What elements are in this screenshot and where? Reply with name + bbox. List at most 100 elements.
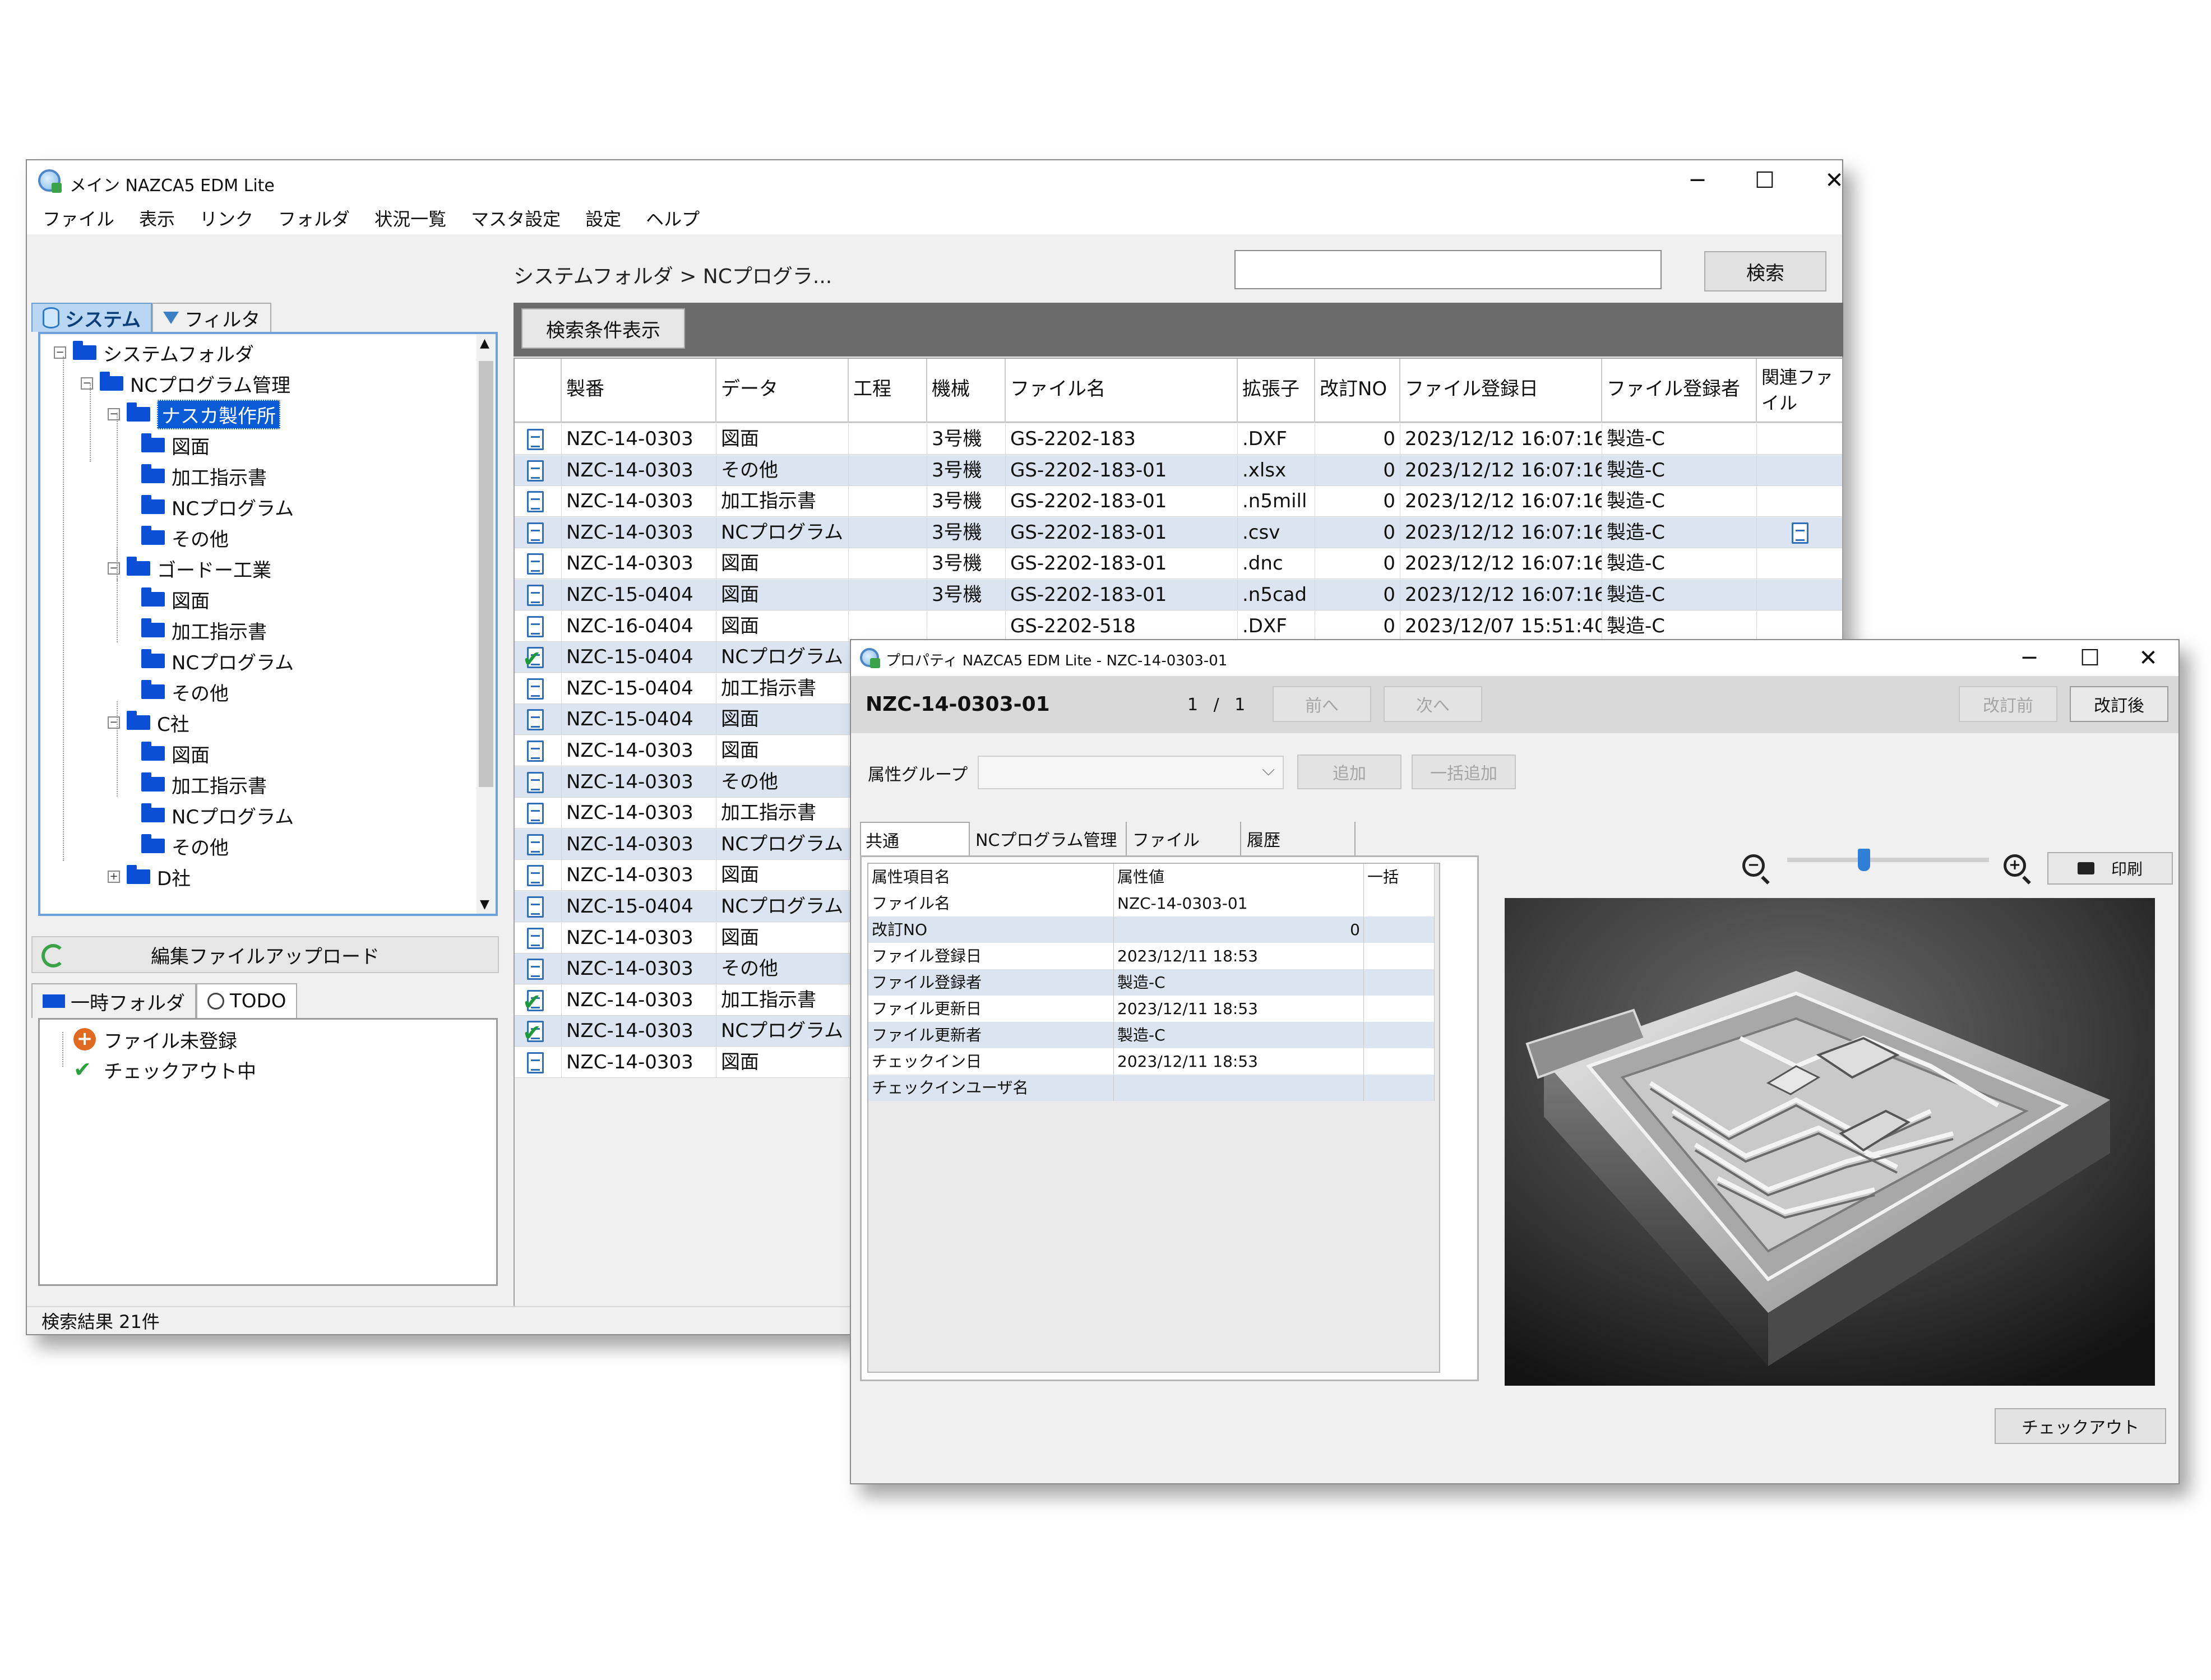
table-row[interactable]: NZC-15-0404 加工指示書 [515, 673, 851, 704]
menu-folder[interactable]: フォルダ [278, 205, 350, 231]
bulk-add-button[interactable]: 一括追加 [1412, 755, 1516, 789]
tree-node[interactable]: − NCプログラム管理 [81, 369, 290, 397]
scroll-down-icon[interactable]: ▼ [480, 897, 489, 911]
attribute-bulk-cell[interactable] [1364, 890, 1435, 917]
tree-node[interactable]: 加工指示書 [141, 770, 267, 798]
todo-item-checked-out[interactable]: ✔ チェックアウト中 [73, 1056, 256, 1084]
edit-file-upload-button[interactable]: 編集ファイルアップロード [31, 936, 499, 973]
close-icon[interactable]: ✕ [2120, 641, 2176, 675]
collapse-icon[interactable]: − [108, 408, 120, 420]
table-row[interactable]: ✔ NZC-14-0303 NCプログラム [515, 1016, 851, 1047]
scroll-up-icon[interactable]: ▲ [480, 336, 489, 350]
table-row[interactable]: NZC-14-0303 図面 3号機 GS-2202-183-01 .dnc 0 2023/… [515, 548, 1842, 580]
menu-view[interactable]: 表示 [139, 205, 175, 231]
tree-node[interactable]: − ゴードー工業 [108, 554, 271, 582]
attribute-bulk-cell[interactable] [1364, 917, 1435, 943]
column-header-registered-date[interactable]: ファイル登録日 [1400, 359, 1602, 423]
related-file-icon[interactable] [1792, 522, 1808, 544]
zoom-out-icon[interactable]: − [1742, 854, 1765, 877]
table-row[interactable]: NZC-14-0303 図面 [515, 922, 851, 954]
attribute-row[interactable]: チェックイン日 2023/12/11 18:53 [868, 1048, 1435, 1075]
add-button[interactable]: 追加 [1297, 755, 1401, 789]
table-row[interactable]: NZC-15-0404 NCプログラム [515, 891, 851, 922]
close-icon[interactable]: ✕ [1806, 164, 1862, 197]
tab-system[interactable]: システム [31, 303, 152, 332]
column-header-revision[interactable]: 改訂NO [1315, 359, 1400, 423]
tree-scroll-thumb[interactable] [479, 361, 493, 787]
tab-nc-program-management[interactable]: NCプログラム管理 [971, 822, 1127, 855]
tab-temp-folder[interactable]: 一時フォルダ [31, 983, 196, 1018]
table-row[interactable]: NZC-14-0303 図面 [515, 1047, 851, 1078]
column-header-seiban[interactable]: 製番 [562, 359, 716, 423]
attribute-row[interactable]: ファイル登録者 製造-C [868, 969, 1435, 996]
tree-node[interactable]: NCプログラム [141, 647, 294, 675]
tree-scrollbar[interactable]: ▲ ▼ [477, 334, 496, 914]
table-row[interactable]: NZC-14-0303 図面 [515, 735, 851, 766]
column-header-machine[interactable]: 機械 [927, 359, 1006, 423]
tree-node[interactable]: 加工指示書 [141, 616, 267, 644]
attribute-bulk-cell[interactable] [1364, 943, 1435, 969]
print-button[interactable]: 印刷 [2047, 852, 2173, 885]
menu-status-list[interactable]: 状況一覧 [374, 205, 446, 231]
column-header-related-file[interactable]: 関連ファイル [1757, 359, 1842, 423]
table-row[interactable]: NZC-14-0303 加工指示書 3号機 GS-2202-183-01 .n5mill… [515, 486, 1842, 517]
menu-master-settings[interactable]: マスタ設定 [471, 205, 561, 231]
tab-history[interactable]: 履歴 [1242, 822, 1356, 855]
menu-settings[interactable]: 設定 [585, 205, 621, 231]
table-row[interactable]: NZC-14-0303 NCプログラム 3号機 GS-2202-183-01 .csv 0… [515, 517, 1842, 548]
minimize-icon[interactable]: ─ [2001, 641, 2057, 675]
column-header-extension[interactable]: 拡張子 [1238, 359, 1315, 423]
tree-node[interactable]: 図面 [141, 585, 210, 613]
menu-link[interactable]: リンク [200, 205, 253, 231]
table-row[interactable]: NZC-16-0404 図面 GS-2202-518 .DXF 0 2023/12/07 … [515, 610, 1842, 642]
tree-node[interactable]: − システムフォルダ [54, 339, 254, 367]
next-button[interactable]: 次へ [1384, 686, 1482, 722]
attribute-row[interactable]: チェックインユーザ名 [868, 1075, 1435, 1101]
prev-button[interactable]: 前へ [1273, 686, 1371, 722]
tab-todo[interactable]: TODO [196, 983, 298, 1018]
show-search-conditions-button[interactable]: 検索条件表示 [521, 308, 685, 349]
maximize-icon[interactable]: ☐ [2062, 641, 2118, 675]
zoom-in-icon[interactable]: + [2004, 854, 2026, 877]
tree-node[interactable]: 図面 [141, 739, 210, 767]
attribute-row[interactable]: 改訂NO 0 [868, 917, 1435, 943]
attribute-bulk-cell[interactable] [1364, 996, 1435, 1022]
table-row[interactable]: NZC-14-0303 NCプログラム [515, 829, 851, 860]
attribute-bulk-cell[interactable] [1364, 1022, 1435, 1048]
tree-node[interactable]: + D社 [108, 863, 191, 891]
column-header-filename[interactable]: ファイル名 [1006, 359, 1238, 423]
collapse-icon[interactable]: − [81, 377, 93, 390]
table-row[interactable]: NZC-14-0303 図面 [515, 860, 851, 891]
table-row[interactable]: NZC-14-0303 その他 3号機 GS-2202-183-01 .xlsx 0 202… [515, 455, 1842, 486]
attribute-bulk-cell[interactable] [1364, 1075, 1435, 1101]
collapse-icon[interactable]: − [54, 346, 66, 359]
column-header-process[interactable]: 工程 [849, 359, 927, 423]
table-row[interactable]: NZC-14-0303 その他 [515, 766, 851, 798]
tab-common[interactable]: 共通 [860, 822, 970, 855]
table-row[interactable]: ✔ NZC-15-0404 NCプログラム [515, 642, 851, 673]
search-input[interactable] [1234, 250, 1662, 289]
checkout-button[interactable]: チェックアウト [1995, 1408, 2166, 1444]
tree-node[interactable]: NCプログラム [141, 493, 294, 521]
zoom-slider[interactable] [1787, 858, 1989, 862]
collapse-icon[interactable]: − [108, 562, 120, 575]
zoom-slider-thumb[interactable] [1857, 849, 1870, 871]
revision-prev-button[interactable]: 改訂前 [1959, 686, 2057, 722]
table-row[interactable]: NZC-15-0404 図面 3号機 GS-2202-183-01 .n5cad 0 202… [515, 580, 1842, 610]
attribute-row[interactable]: ファイル更新者 製造-C [868, 1022, 1435, 1048]
attribute-row[interactable]: ファイル登録日 2023/12/11 18:53 [868, 943, 1435, 969]
menu-file[interactable]: ファイル [43, 205, 114, 231]
menu-help[interactable]: ヘルプ [646, 205, 700, 231]
tree-node[interactable]: その他 [141, 832, 229, 860]
tree-node[interactable]: − C社 [108, 709, 189, 737]
column-header-data[interactable]: データ [716, 359, 849, 423]
tree-node[interactable]: NCプログラム [141, 801, 294, 829]
tree-node[interactable]: − ナスカ製作所 [108, 399, 280, 429]
expand-icon[interactable]: + [108, 871, 120, 883]
tree-node[interactable]: 図面 [141, 431, 210, 459]
attribute-row[interactable]: ファイル更新日 2023/12/11 18:53 [868, 996, 1435, 1022]
tab-file[interactable]: ファイル [1128, 822, 1241, 855]
revision-next-button[interactable]: 改訂後 [2070, 686, 2168, 722]
attribute-bulk-cell[interactable] [1364, 1048, 1435, 1075]
folder-tree[interactable]: ▲ ▼ − システムフォルダ − NCプログラム管理 − ナスカ製作所 図面 加工指示書 NCプ… [38, 332, 498, 916]
